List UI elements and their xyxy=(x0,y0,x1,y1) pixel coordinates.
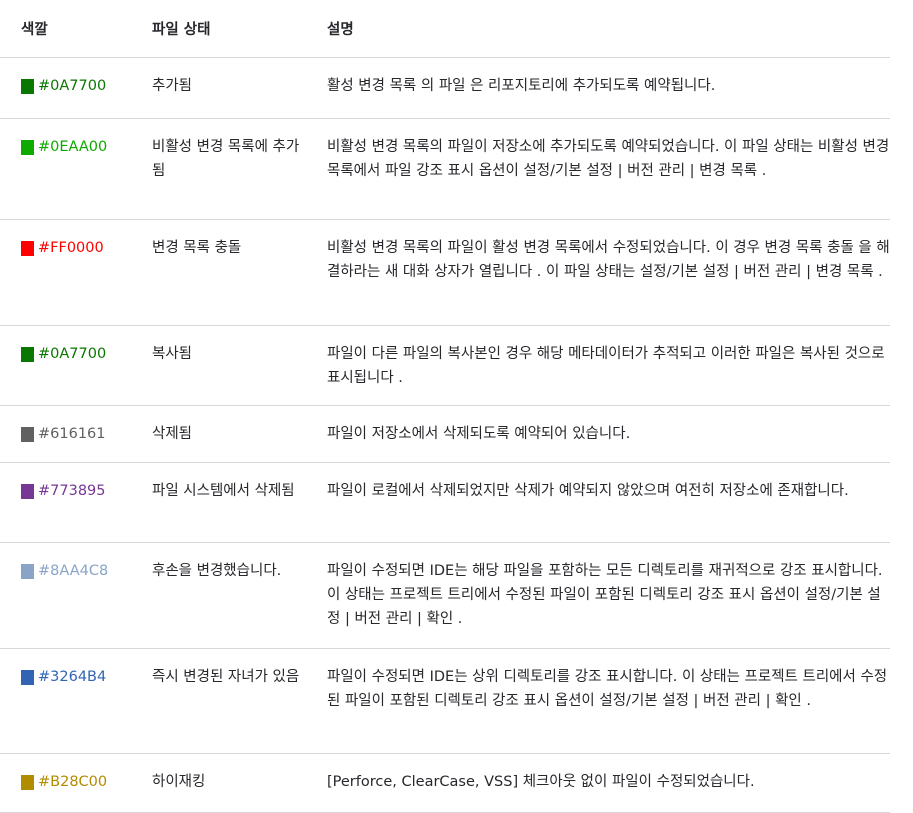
color-cell: #8AA4C8 xyxy=(21,559,108,583)
header-description: 설명 xyxy=(327,22,354,38)
status-cell: 비활성 변경 목록에 추가됨 xyxy=(152,139,300,179)
color-hex: #0EAA00 xyxy=(38,139,108,155)
status-cell: 변경 목록 충돌 xyxy=(152,240,242,256)
table-row: #8AA4C8 후손을 변경했습니다. 파일이 수정되면 IDE는 해당 파일을… xyxy=(0,542,890,649)
status-cell: 즉시 변경된 자녀가 있음 xyxy=(152,669,300,685)
status-cell: 후손을 변경했습니다. xyxy=(152,563,282,579)
color-cell: #B28C00 xyxy=(21,770,107,794)
color-cell: #3264B4 xyxy=(21,665,106,689)
table-row: #B28C00 하이재킹 [Perforce, ClearCase, VSS] … xyxy=(0,753,890,813)
color-cell: #0A7700 xyxy=(21,342,106,366)
color-hex: #616161 xyxy=(38,426,106,442)
table-row: #3264B4 즉시 변경된 자녀가 있음 파일이 수정되면 IDE는 상위 디… xyxy=(0,648,890,754)
color-hex: #8AA4C8 xyxy=(38,563,109,579)
description-cell: 파일이 로컬에서 삭제되었지만 삭제가 예약되지 않았으며 여전히 저장소에 존… xyxy=(327,483,849,499)
status-cell: 하이재킹 xyxy=(152,774,206,790)
color-swatch xyxy=(21,774,34,790)
status-cell: 추가됨 xyxy=(152,78,193,94)
status-cell: 삭제됨 xyxy=(152,426,193,442)
color-hex: #B28C00 xyxy=(38,774,108,790)
color-hex: #773895 xyxy=(38,483,106,499)
color-cell: #FF0000 xyxy=(21,236,104,260)
table-row: #616161 삭제됨 파일이 저장소에서 삭제되도록 예약되어 있습니다. xyxy=(0,405,890,463)
description-cell: 비활성 변경 목록의 파일이 활성 변경 목록에서 수정되었습니다. 이 경우 … xyxy=(327,240,890,280)
table-row: #FF0000 변경 목록 충돌 비활성 변경 목록의 파일이 활성 변경 목록… xyxy=(0,219,890,326)
color-cell: #773895 xyxy=(21,479,106,503)
color-swatch xyxy=(21,78,34,94)
color-cell: #0A7700 xyxy=(21,74,106,98)
color-cell: #0EAA00 xyxy=(21,135,107,159)
header-status: 파일 상태 xyxy=(152,22,211,38)
description-cell: 활성 변경 목록 의 파일 은 리포지토리에 추가되도록 예약됩니다. xyxy=(327,78,716,94)
color-hex: #3264B4 xyxy=(38,669,107,685)
description-cell: 파일이 수정되면 IDE는 상위 디렉토리를 강조 표시합니다. 이 상태는 프… xyxy=(327,669,888,709)
table-row: #773895 파일 시스템에서 삭제됨 파일이 로컬에서 삭제되었지만 삭제가… xyxy=(0,462,890,543)
color-hex: #FF0000 xyxy=(38,240,104,256)
color-swatch xyxy=(21,346,34,362)
description-cell: 비활성 변경 목록의 파일이 저장소에 추가되도록 예약되었습니다. 이 파일 … xyxy=(327,139,890,179)
table-row: #0A7700 추가됨 활성 변경 목록 의 파일 은 리포지토리에 추가되도록… xyxy=(0,57,890,119)
color-swatch xyxy=(21,139,34,155)
color-swatch xyxy=(21,563,34,579)
table-row: #0EAA00 비활성 변경 목록에 추가됨 비활성 변경 목록의 파일이 저장… xyxy=(0,118,890,220)
status-cell: 복사됨 xyxy=(152,346,193,362)
color-swatch xyxy=(21,669,34,685)
table-header: 색깔 파일 상태 설명 xyxy=(0,0,890,57)
description-cell: 파일이 수정되면 IDE는 해당 파일을 포함하는 모든 디렉토리를 재귀적으로… xyxy=(327,563,883,627)
color-swatch xyxy=(21,426,34,442)
status-cell: 파일 시스템에서 삭제됨 xyxy=(152,483,295,499)
color-swatch xyxy=(21,483,34,499)
color-cell: #616161 xyxy=(21,422,106,446)
color-swatch xyxy=(21,240,34,256)
description-cell: 파일이 저장소에서 삭제되도록 예약되어 있습니다. xyxy=(327,426,631,442)
color-hex: #0A7700 xyxy=(38,346,107,362)
header-color: 색깔 xyxy=(21,22,48,38)
color-hex: #0A7700 xyxy=(38,78,107,94)
description-cell: 파일이 다른 파일의 복사본인 경우 해당 메타데이터가 추적되고 이러한 파일… xyxy=(327,346,885,386)
table-row: #0A7700 복사됨 파일이 다른 파일의 복사본인 경우 해당 메타데이터가… xyxy=(0,325,890,406)
description-cell: [Perforce, ClearCase, VSS] 체크아웃 없이 파일이 수… xyxy=(327,774,755,790)
